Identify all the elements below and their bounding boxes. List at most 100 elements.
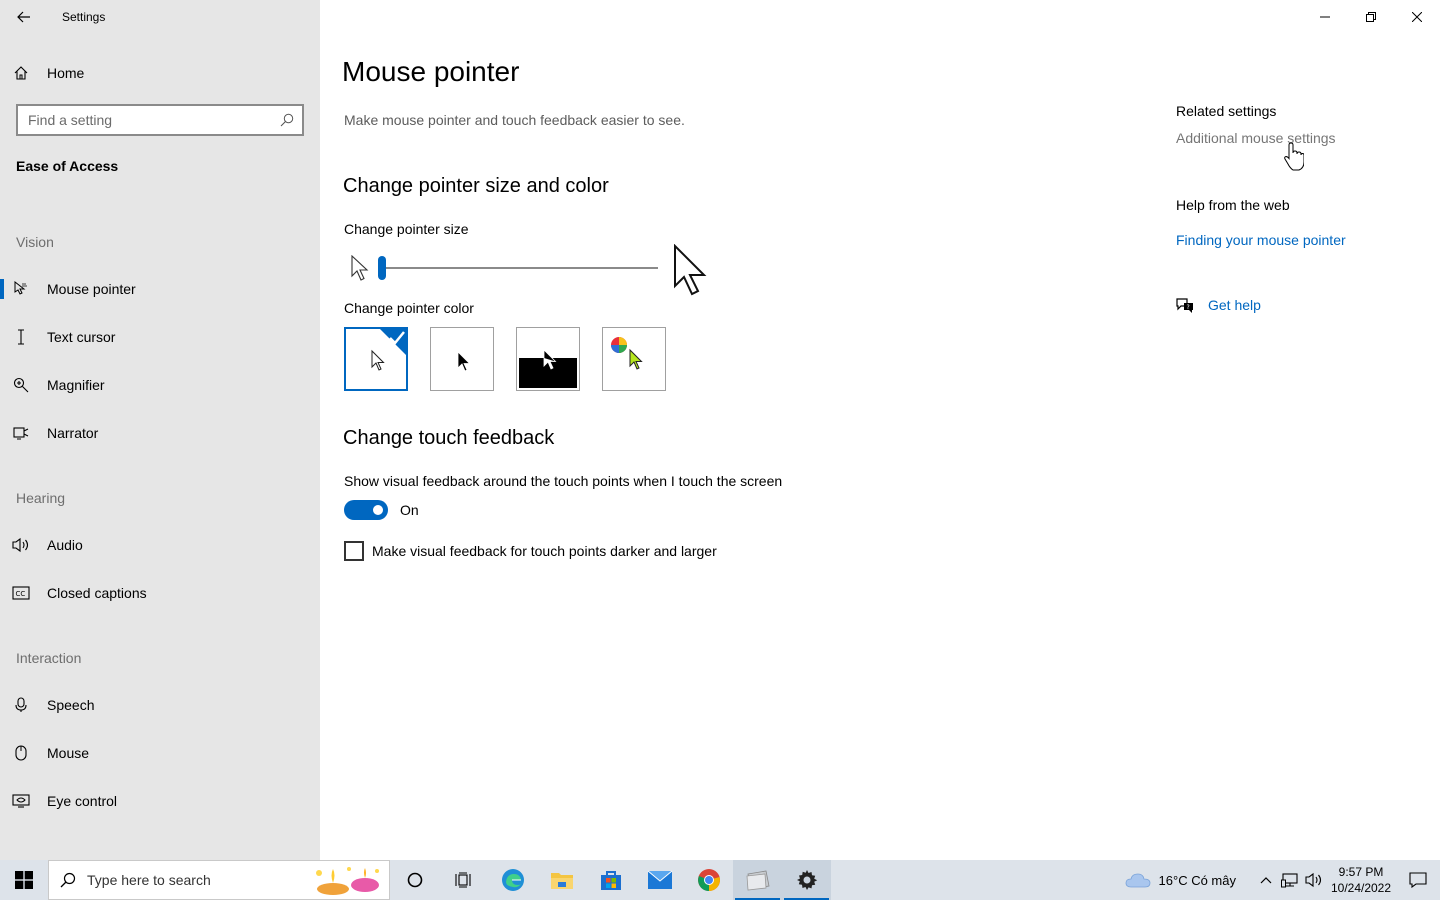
taskbar-app-store[interactable]: [586, 860, 635, 900]
pointer-color-inverted[interactable]: [516, 327, 580, 391]
weather-widget[interactable]: 16°C Có mây: [1125, 872, 1236, 888]
get-help-link[interactable]: ? Get help: [1176, 297, 1261, 313]
taskbar-app-mail[interactable]: [635, 860, 684, 900]
mouse-icon: [0, 745, 47, 761]
pointer-color-custom[interactable]: [602, 327, 666, 391]
gear-icon: [796, 870, 817, 890]
task-view-icon: [454, 872, 471, 888]
taskbar-app-file-explorer[interactable]: [537, 860, 586, 900]
hand-cursor-icon: [1284, 142, 1304, 171]
taskbar-app-settings[interactable]: [782, 860, 831, 900]
sidebar-item-label: Mouse: [47, 745, 90, 761]
microphone-icon: [0, 697, 47, 713]
finding-mouse-pointer-link[interactable]: Finding your mouse pointer: [1176, 232, 1346, 248]
notification-center-button[interactable]: [1396, 872, 1440, 888]
taskbar-app-photos[interactable]: [733, 860, 782, 900]
get-help-label: Get help: [1208, 297, 1261, 313]
svg-text:?: ?: [1187, 304, 1190, 311]
photos-icon: [746, 870, 769, 891]
sidebar-item-label: Audio: [47, 537, 83, 553]
mouse-pointer-icon: [0, 281, 47, 297]
sidebar-item-label: Narrator: [47, 425, 99, 441]
network-icon: [1281, 873, 1298, 888]
eye-control-icon: [0, 794, 47, 808]
sidebar-item-mouse-pointer[interactable]: Mouse pointer: [0, 269, 320, 309]
show-hidden-icons-button[interactable]: [1254, 860, 1278, 900]
volume-button[interactable]: [1302, 860, 1326, 900]
toggle-state-label: On: [400, 502, 419, 518]
magnifier-icon: [0, 377, 47, 393]
sidebar-item-closed-captions[interactable]: CC Closed captions: [0, 573, 320, 613]
narrator-icon: [0, 425, 47, 441]
notification-icon: [1409, 872, 1427, 888]
group-label-hearing: Hearing: [16, 490, 66, 506]
sidebar-item-speech[interactable]: Speech: [0, 685, 320, 725]
main-content: Mouse pointer Make mouse pointer and tou…: [320, 0, 1440, 860]
taskbar-app-chrome[interactable]: [684, 860, 733, 900]
title-bar: Settings: [0, 0, 320, 34]
sidebar-item-magnifier[interactable]: Magnifier: [0, 365, 320, 405]
chevron-up-icon: [1260, 877, 1272, 884]
touch-section-heading: Change touch feedback: [343, 427, 555, 449]
sidebar-item-label: Mouse pointer: [47, 281, 136, 297]
pointer-size-slider[interactable]: [344, 244, 714, 302]
sidebar-item-label: Text cursor: [47, 329, 116, 345]
pointer-color-options: [344, 327, 666, 391]
taskbar: Type here to search 16°C Có mây 9:57 PM …: [0, 860, 1440, 900]
settings-search[interactable]: [16, 104, 304, 136]
search-icon[interactable]: [272, 113, 302, 127]
slider-thumb[interactable]: [378, 256, 386, 280]
weather-text: 16°C Có mây: [1158, 872, 1236, 888]
sidebar-item-eye-control[interactable]: Eye control: [0, 781, 320, 821]
back-arrow-icon: [17, 11, 30, 23]
nav-home[interactable]: Home: [0, 58, 320, 88]
sidebar-item-label: Closed captions: [47, 585, 147, 601]
visual-feedback-toggle[interactable]: [344, 500, 388, 520]
diwali-lamp-icon: [316, 867, 379, 895]
help-from-web-heading: Help from the web: [1176, 197, 1290, 213]
task-view-button[interactable]: [439, 860, 488, 900]
clock[interactable]: 9:57 PM 10/24/2022: [1326, 864, 1396, 896]
taskbar-app-edge[interactable]: [488, 860, 537, 900]
page-description: Make mouse pointer and touch feedback ea…: [344, 112, 685, 128]
darker-larger-row: Make visual feedback for touch points da…: [344, 541, 717, 561]
toggle-knob: [373, 505, 383, 515]
folder-icon: [550, 873, 573, 889]
clock-date: 10/24/2022: [1330, 881, 1392, 895]
pointer-section-heading: Change pointer size and color: [343, 175, 609, 197]
chrome-icon: [697, 869, 720, 891]
nav-home-label: Home: [47, 65, 85, 81]
cortana-button[interactable]: [390, 860, 439, 900]
network-button[interactable]: [1278, 860, 1302, 900]
start-button[interactable]: [0, 860, 48, 900]
darker-larger-checkbox[interactable]: [344, 541, 364, 561]
pointer-color-black[interactable]: [430, 327, 494, 391]
settings-search-input[interactable]: [28, 112, 272, 128]
sidebar-item-narrator[interactable]: Narrator: [0, 413, 320, 453]
page-title: Mouse pointer: [342, 56, 520, 87]
section-title: Ease of Access: [16, 158, 119, 174]
svg-text:CC: CC: [15, 590, 25, 598]
sidebar-item-audio[interactable]: Audio: [0, 525, 320, 565]
pointer-color-label: Change pointer color: [344, 300, 474, 316]
pointer-color-white[interactable]: [344, 327, 408, 391]
edge-icon: [501, 869, 524, 891]
search-icon: [49, 872, 87, 888]
back-button[interactable]: [0, 0, 48, 34]
sidebar: Settings Home Ease of Access Vision Mous…: [0, 0, 320, 860]
store-icon: [600, 871, 621, 890]
sidebar-item-mouse[interactable]: Mouse: [0, 733, 320, 773]
system-tray: 16°C Có mây 9:57 PM 10/24/2022: [1125, 860, 1440, 900]
cortana-icon: [407, 872, 422, 888]
speaker-icon: [1305, 872, 1322, 888]
additional-mouse-settings-link[interactable]: Additional mouse settings: [1176, 130, 1336, 146]
group-label-interaction: Interaction: [16, 650, 82, 666]
darker-larger-label: Make visual feedback for touch points da…: [372, 543, 717, 559]
pointer-size-label: Change pointer size: [344, 221, 469, 237]
visual-feedback-label: Show visual feedback around the touch po…: [344, 473, 783, 489]
get-help-icon: ?: [1176, 297, 1208, 313]
cloud-icon: [1125, 873, 1150, 888]
text-cursor-icon: [0, 329, 47, 345]
taskbar-search[interactable]: Type here to search: [48, 860, 390, 900]
sidebar-item-text-cursor[interactable]: Text cursor: [0, 317, 320, 357]
